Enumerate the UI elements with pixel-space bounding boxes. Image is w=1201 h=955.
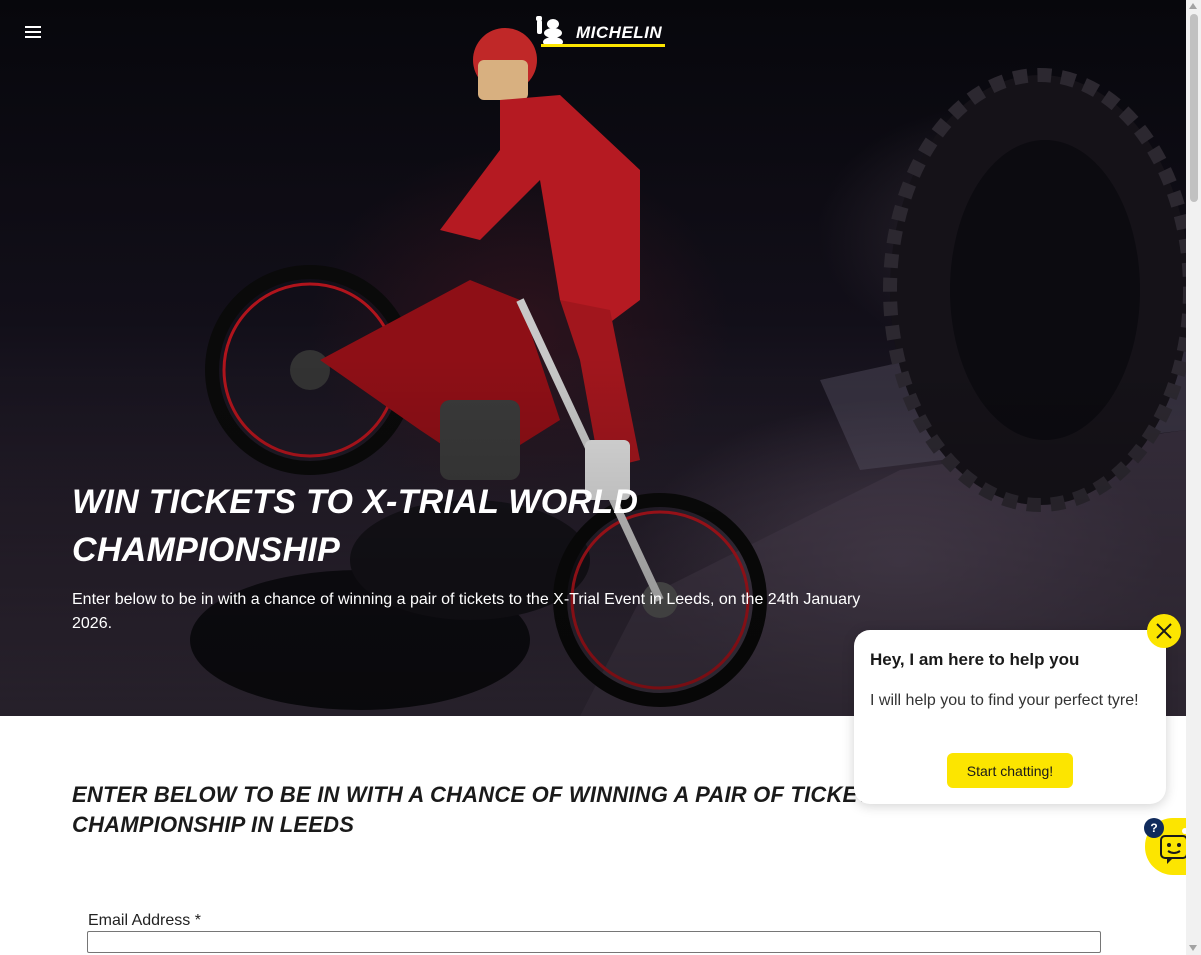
scroll-up-icon[interactable]	[1189, 3, 1197, 9]
help-badge: ?	[1144, 818, 1164, 838]
chat-title: Hey, I am here to help you	[870, 650, 1080, 669]
page-scrollbar[interactable]	[1186, 0, 1201, 955]
hero-description: Enter below to be in with a chance of wi…	[72, 591, 861, 632]
scrollbar-thumb[interactable]	[1190, 14, 1198, 202]
brand-name: MICHELIN	[576, 23, 663, 42]
michelin-logo[interactable]: MICHELIN	[533, 16, 693, 52]
chat-message: I will help you to find your perfect tyr…	[870, 692, 1139, 709]
hero-title: WIN TICKETS TO X-TRIAL WORLD CHAMPIONSHI…	[72, 483, 639, 569]
start-chatting-button[interactable]: Start chatting!	[947, 753, 1073, 788]
hamburger-menu-icon[interactable]	[22, 23, 46, 45]
email-field[interactable]	[87, 931, 1101, 953]
chat-popup: Hey, I am here to help you I will help y…	[854, 630, 1166, 804]
brand-underline	[541, 44, 665, 47]
hero-banner: MICHELIN WIN TICKETS TO X-TRIAL WORLD CH…	[0, 0, 1186, 716]
close-icon[interactable]	[1147, 614, 1181, 648]
scroll-down-icon[interactable]	[1189, 945, 1197, 951]
email-label: Email Address *	[88, 912, 201, 929]
